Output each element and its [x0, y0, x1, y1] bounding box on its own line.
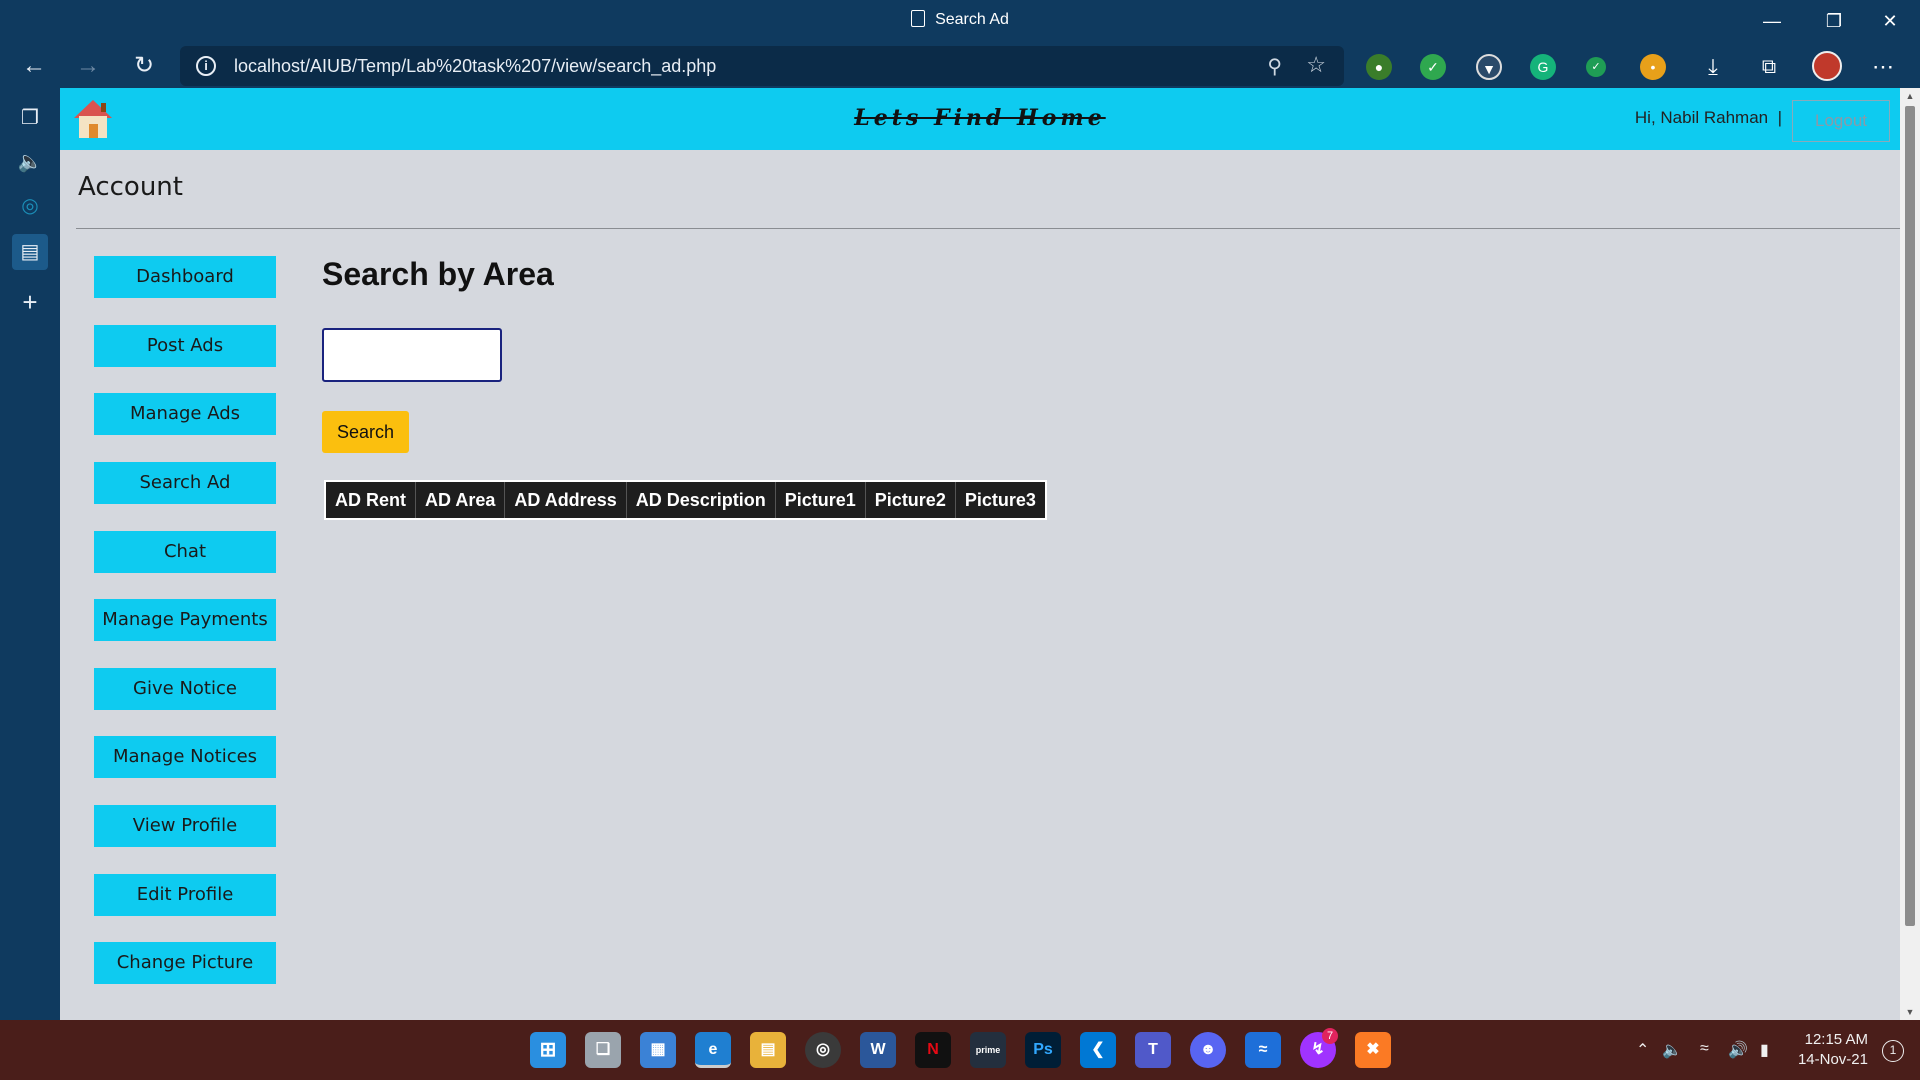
netflix-icon[interactable]: N — [915, 1032, 951, 1068]
grammarly-icon[interactable]: G — [1530, 54, 1556, 80]
menu-manage-ads-button[interactable]: Manage Ads — [94, 393, 276, 435]
photoshop-icon[interactable]: Ps — [1025, 1032, 1061, 1068]
menu-view-profile-button[interactable]: View Profile — [94, 805, 276, 847]
active-tab-page-icon[interactable]: ▤ — [12, 234, 48, 270]
messenger-badge: 7 — [1322, 1028, 1338, 1044]
add-favorite-icon[interactable]: ☆ — [1306, 52, 1326, 78]
collections-icon[interactable]: ⧉ — [1756, 54, 1782, 80]
site-brand: Lets Find Home — [854, 105, 1106, 131]
menu-manage-payments-button[interactable]: Manage Payments — [94, 599, 276, 641]
menu-search-ad-button[interactable]: Search Ad — [94, 462, 276, 504]
greeting-text: Hi, Nabil Rahman — [1634, 108, 1769, 127]
logout-button[interactable]: Logout — [1792, 100, 1890, 142]
extension-brave-shield-icon[interactable]: ▼ — [1476, 54, 1502, 80]
window-title-text: Search Ad — [935, 11, 1009, 28]
area-search-input[interactable] — [322, 328, 502, 382]
forward-button[interactable]: → — [68, 48, 108, 84]
xampp-icon[interactable]: ✖ — [1355, 1032, 1391, 1068]
table-header-row: AD Rent AD Area AD Address AD Descriptio… — [324, 480, 1047, 520]
mail-app-icon[interactable]: ≈ — [1245, 1032, 1281, 1068]
tab-actions-icon[interactable]: ❐ — [12, 100, 48, 136]
column-header-ad-description: AD Description — [625, 480, 776, 520]
widgets-icon[interactable]: ▦ — [640, 1032, 676, 1068]
menu-dashboard-button[interactable]: Dashboard — [94, 256, 276, 298]
user-greeting: Hi, Nabil Rahman | — [1635, 108, 1782, 128]
menu-change-picture-button[interactable]: Change Picture — [94, 942, 276, 984]
refresh-button[interactable]: ↻ — [124, 48, 164, 84]
column-header-ad-rent: AD Rent — [324, 480, 416, 520]
browser-sidebar: ❐ 🔈 ◎ ▤ + — [0, 88, 60, 1020]
taskbar: ⊞ ❏ ▦ e ▤ ◎ W N prime Ps ❮ T ☻ ≈ ↯ 7 ✖ ⌃… — [0, 1020, 1920, 1080]
menu-chat-button[interactable]: Chat — [94, 531, 276, 573]
clock-time: 12:15 AM — [1804, 1031, 1868, 1048]
address-url[interactable]: localhost/AIUB/Temp/Lab%20task%207/view/… — [234, 56, 716, 77]
column-header-picture1: Picture1 — [774, 480, 866, 520]
clock[interactable]: 12:15 AM 14-Nov-21 — [1798, 1030, 1868, 1070]
column-header-picture2: Picture2 — [864, 480, 956, 520]
audio-icon[interactable]: 🔈 — [12, 144, 48, 180]
column-header-ad-address: AD Address — [504, 480, 627, 520]
column-header-ad-area: AD Area — [414, 480, 506, 520]
search-button[interactable]: Search — [322, 411, 409, 453]
volume-icon[interactable]: 🔊 — [1728, 1040, 1748, 1060]
extension-check-icon[interactable]: ✓ — [1586, 57, 1606, 77]
show-hidden-icons-icon[interactable]: ⌃ — [1636, 1040, 1649, 1060]
scroll-thumb[interactable] — [1905, 106, 1915, 926]
zoom-icon[interactable]: ⚲ — [1267, 54, 1282, 79]
scroll-down-icon[interactable]: ▼ — [1900, 1004, 1920, 1020]
browser-toolbar: ← → ↻ i localhost/AIUB/Temp/Lab%20task%2… — [0, 44, 1920, 88]
menu-give-notice-button[interactable]: Give Notice — [94, 668, 276, 710]
task-view-icon[interactable]: ❏ — [585, 1032, 621, 1068]
obs-icon[interactable]: ◎ — [805, 1032, 841, 1068]
back-button[interactable]: ← — [14, 48, 54, 84]
wifi-icon[interactable]: ≈ — [1700, 1040, 1709, 1058]
greeting-separator: | — [1777, 108, 1782, 127]
restore-button[interactable]: ❐ — [1806, 6, 1862, 36]
extension-shield-icon[interactable]: ✓ — [1420, 54, 1446, 80]
menu-post-ads-button[interactable]: Post Ads — [94, 325, 276, 367]
extension-globe-icon[interactable]: ● — [1366, 54, 1392, 80]
page-scrollbar[interactable]: ▲ ▼ — [1900, 88, 1920, 1020]
file-explorer-icon[interactable]: ▤ — [750, 1032, 786, 1068]
address-bar[interactable]: i localhost/AIUB/Temp/Lab%20task%207/vie… — [180, 46, 1344, 86]
more-options-icon[interactable]: ⋯ — [1870, 54, 1896, 80]
column-header-picture3: Picture3 — [954, 480, 1047, 520]
minimize-button[interactable]: — — [1744, 6, 1800, 36]
search-heading: Search by Area — [322, 256, 554, 292]
site-header: Lets Find Home Hi, Nabil Rahman | Logout — [60, 88, 1900, 150]
menu-manage-notices-button[interactable]: Manage Notices — [94, 736, 276, 778]
edge-taskbar-icon[interactable]: e — [695, 1032, 731, 1068]
prime-video-icon[interactable]: prime — [970, 1032, 1006, 1068]
menu-edit-profile-button[interactable]: Edit Profile — [94, 874, 276, 916]
document-icon — [911, 10, 926, 27]
new-tab-icon[interactable]: + — [12, 284, 48, 320]
close-window-button[interactable]: ✕ — [1862, 6, 1918, 36]
speaker-icon[interactable]: 🔈 — [1662, 1040, 1682, 1060]
page-viewport: Lets Find Home Hi, Nabil Rahman | Logout… — [60, 88, 1900, 1020]
notification-center-icon[interactable]: 1 — [1882, 1040, 1904, 1062]
results-table: AD Rent AD Area AD Address AD Descriptio… — [324, 480, 1047, 520]
extension-dots-icon[interactable]: • — [1640, 54, 1666, 80]
teams-icon[interactable]: T — [1135, 1032, 1171, 1068]
page-title: Account — [78, 172, 183, 202]
site-info-icon[interactable]: i — [196, 56, 216, 76]
vscode-icon[interactable]: ❮ — [1080, 1032, 1116, 1068]
title-bar: Search Ad — ❐ ✕ — [0, 0, 1920, 44]
edge-sidebar-icon[interactable]: ◎ — [12, 188, 48, 224]
window-title: Search Ad — [0, 10, 1920, 29]
clock-date: 14-Nov-21 — [1797, 1051, 1868, 1068]
battery-icon[interactable]: ▮ — [1760, 1040, 1769, 1060]
profile-avatar[interactable] — [1812, 51, 1842, 81]
start-icon[interactable]: ⊞ — [530, 1032, 566, 1068]
downloads-icon[interactable]: ⤓ — [1700, 54, 1726, 80]
divider — [76, 228, 1900, 229]
discord-icon[interactable]: ☻ — [1190, 1032, 1226, 1068]
word-icon[interactable]: W — [860, 1032, 896, 1068]
scroll-up-icon[interactable]: ▲ — [1900, 88, 1920, 104]
